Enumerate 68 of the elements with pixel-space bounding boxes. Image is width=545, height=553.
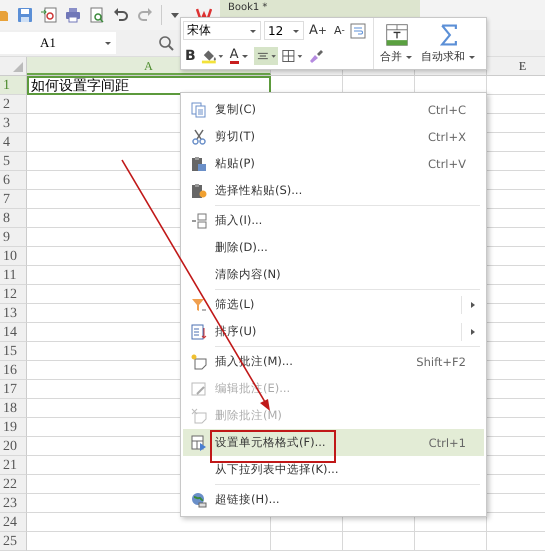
print-icon[interactable] <box>65 7 81 23</box>
row-header[interactable]: 6 <box>0 171 27 190</box>
row-header[interactable]: 3 <box>0 114 27 133</box>
brush-icon[interactable] <box>308 48 324 64</box>
font-size-dropdown[interactable]: 12 <box>264 21 304 40</box>
table-cell <box>343 532 415 551</box>
menu-item[interactable]: 从下拉列表中选择(K)... <box>183 456 484 483</box>
row-header[interactable]: 23 <box>0 494 27 513</box>
row-header[interactable]: 16 <box>0 361 27 380</box>
menu-item[interactable]: 超链接(H)... <box>183 486 484 513</box>
row-header[interactable]: 18 <box>0 399 27 418</box>
insert-cells-icon <box>191 212 207 228</box>
table-cell <box>415 532 487 551</box>
row-header[interactable]: 4 <box>0 133 27 152</box>
menu-item[interactable]: 筛选(L) <box>183 291 484 318</box>
menu-item[interactable]: 删除(D)... <box>183 234 484 261</box>
note-star-icon <box>191 354 207 370</box>
menu-item[interactable]: 设置单元格格式(F)... Ctrl+1 <box>183 429 484 456</box>
row-header[interactable]: 21 <box>0 456 27 475</box>
save-icon[interactable] <box>17 7 33 23</box>
row-header[interactable]: 8 <box>0 209 27 228</box>
clipboard-question-icon <box>191 182 207 198</box>
copy-icon <box>191 102 207 118</box>
zoom-icon[interactable] <box>158 35 174 51</box>
font-dropdown[interactable]: 宋体 <box>183 21 261 40</box>
preview-icon[interactable] <box>89 7 105 23</box>
row-header[interactable]: 13 <box>0 304 27 323</box>
merge-cells-icon <box>384 23 408 47</box>
menu-item[interactable]: 粘贴(P) Ctrl+V <box>183 150 484 177</box>
wrap-text-icon[interactable] <box>350 22 366 39</box>
scissors-icon <box>191 128 207 144</box>
note-delete-icon <box>191 408 207 424</box>
menu-item[interactable]: 插入(I)... <box>183 207 484 234</box>
row-header[interactable]: 7 <box>0 190 27 209</box>
menu-item[interactable]: 清除内容(N) <box>183 261 484 288</box>
sort-icon <box>191 324 207 340</box>
row-header[interactable]: 17 <box>0 380 27 399</box>
caret-icon <box>104 39 112 47</box>
table-cell <box>271 532 343 551</box>
row-header[interactable]: 25 <box>0 532 27 551</box>
row-header[interactable]: 2 <box>0 95 27 114</box>
row-header[interactable]: 15 <box>0 342 27 361</box>
format-cells-icon <box>191 434 207 450</box>
row-header[interactable]: 19 <box>0 418 27 437</box>
align-center-icon[interactable] <box>254 47 278 66</box>
name-box[interactable]: A1 <box>0 32 116 54</box>
row-header[interactable]: 20 <box>0 437 27 456</box>
menu-item[interactable]: 剪切(T) Ctrl+X <box>183 123 484 150</box>
funnel-icon <box>191 296 207 312</box>
row-header[interactable]: 10 <box>0 247 27 266</box>
menu-item[interactable]: 选择性粘贴(S)... <box>183 177 484 204</box>
row-header[interactable]: 11 <box>0 266 27 285</box>
globe-link-icon <box>191 492 207 508</box>
row-header[interactable]: 24 <box>0 513 27 532</box>
row-header[interactable]: 5 <box>0 152 27 171</box>
caret-icon <box>240 52 249 60</box>
export-icon[interactable] <box>41 7 57 23</box>
row-header[interactable]: 12 <box>0 285 27 304</box>
row-header[interactable]: 1 <box>0 76 27 95</box>
row-header[interactable]: 14 <box>0 323 27 342</box>
font-color-button[interactable]: A <box>228 46 251 66</box>
note-pencil-icon <box>191 380 207 396</box>
menu-item[interactable]: 复制(C) Ctrl+C <box>183 96 484 123</box>
autosum-button[interactable]: 自动求和 <box>419 23 478 64</box>
row-header[interactable]: 9 <box>0 228 27 247</box>
undo-icon[interactable] <box>113 7 129 23</box>
row-header[interactable]: 22 <box>0 475 27 494</box>
clipboard-icon <box>191 156 207 172</box>
